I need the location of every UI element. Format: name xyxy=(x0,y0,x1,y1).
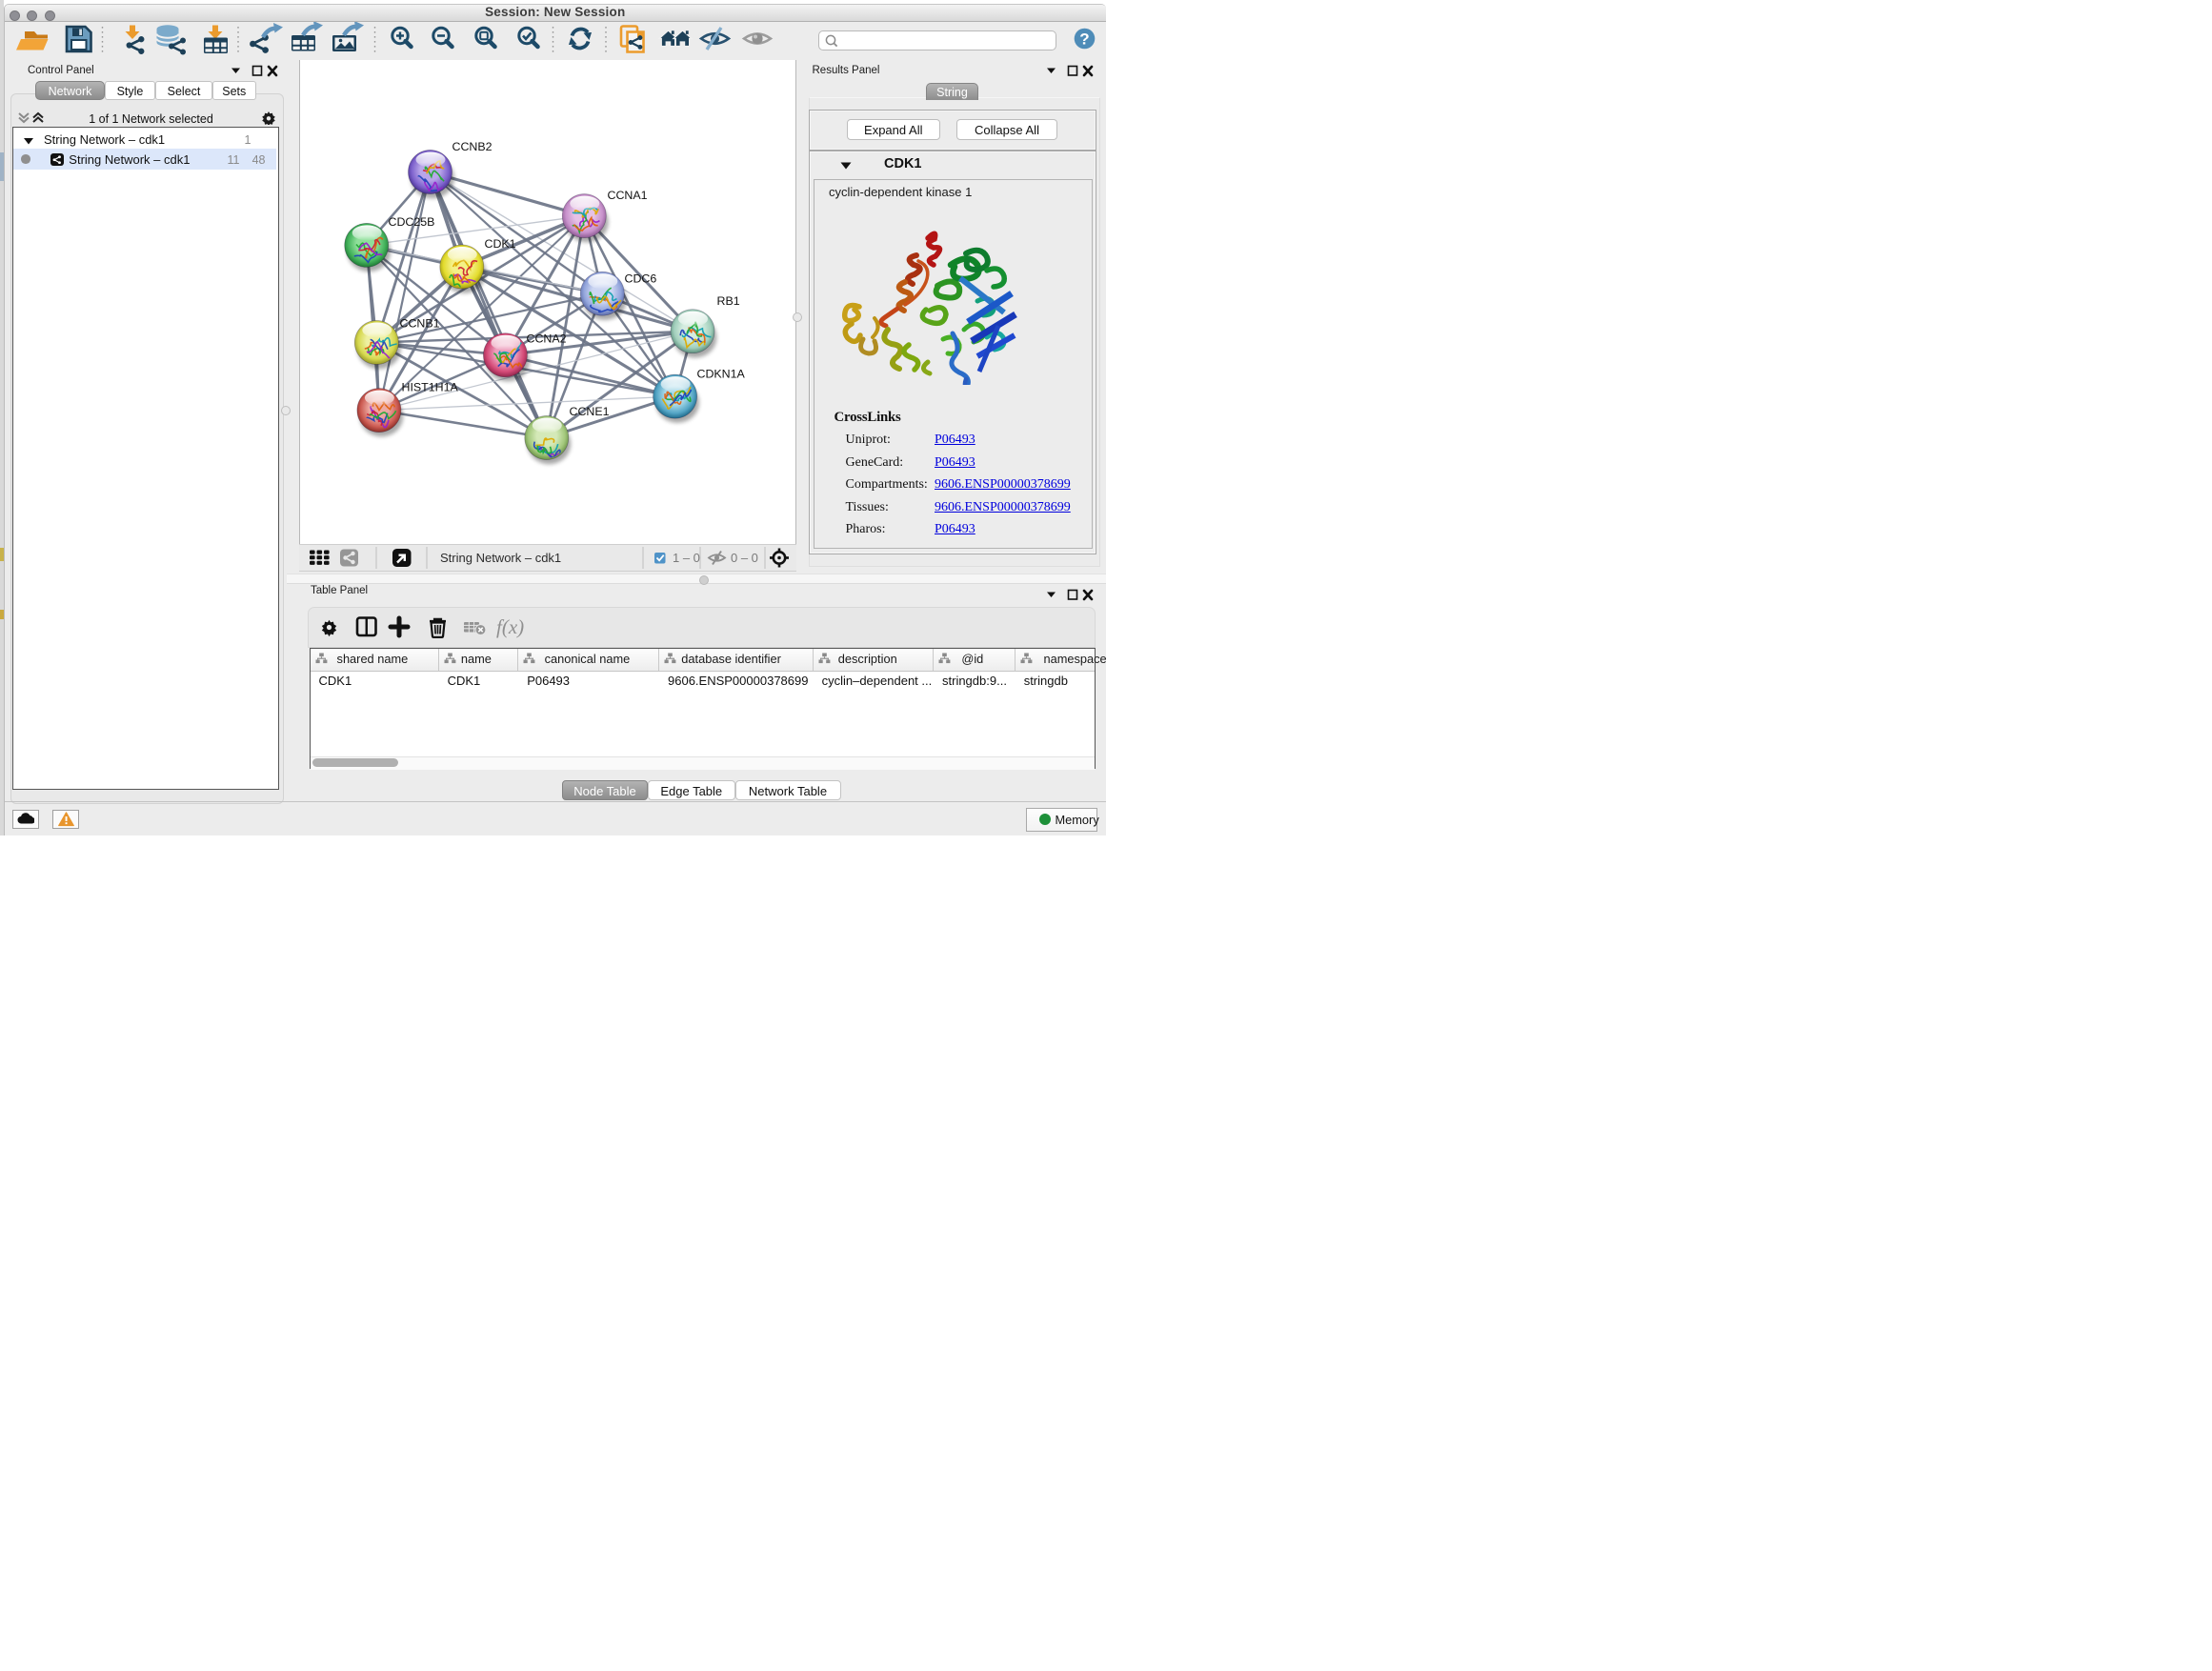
svg-text:f(x): f(x) xyxy=(496,615,524,638)
svg-text:CCNA1: CCNA1 xyxy=(607,189,647,202)
svg-text:CCNB2: CCNB2 xyxy=(452,140,492,153)
svg-text:?: ? xyxy=(1079,30,1089,48)
svg-text:CCNE1: CCNE1 xyxy=(569,405,609,418)
svg-text:CCNA2: CCNA2 xyxy=(526,332,566,345)
svg-text:CCNB1: CCNB1 xyxy=(399,316,439,330)
svg-text:0 – 0: 0 – 0 xyxy=(731,551,758,565)
svg-text:CDKN1A: CDKN1A xyxy=(696,367,745,380)
svg-text:1 – 0: 1 – 0 xyxy=(673,551,700,565)
svg-text:CDC25B: CDC25B xyxy=(388,215,434,229)
svg-text:HIST1H1A: HIST1H1A xyxy=(401,380,458,393)
svg-text:RB1: RB1 xyxy=(716,294,739,308)
svg-text:CDK1: CDK1 xyxy=(484,237,515,251)
svg-text:String Network – cdk1: String Network – cdk1 xyxy=(440,551,561,565)
svg-text:CDC6: CDC6 xyxy=(624,272,656,285)
